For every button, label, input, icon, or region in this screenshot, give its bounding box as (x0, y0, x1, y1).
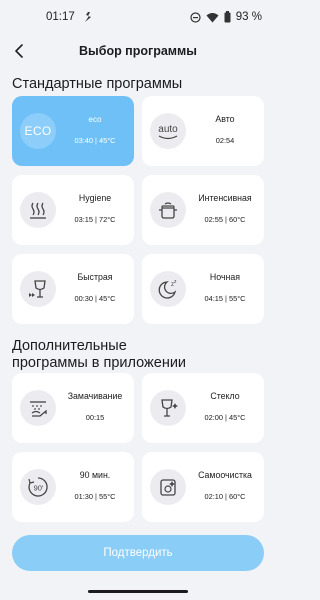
battery-icon (224, 11, 231, 23)
self-clean-icon (150, 469, 186, 505)
home-indicator[interactable] (88, 590, 188, 593)
program-card-eco[interactable]: ECO eco 03:40 | 45°C (12, 96, 134, 166)
wifi-icon (206, 12, 219, 23)
glass-icon (150, 390, 186, 426)
program-name: Hygiene (78, 193, 112, 203)
program-card-90min[interactable]: 90' 90 мин. 01:30 | 55°C (12, 452, 134, 522)
program-info: 00:30 | 45°C (74, 294, 116, 303)
auto-icon: auto (150, 113, 186, 149)
program-info: 04:15 | 55°C (204, 294, 246, 303)
soak-icon (20, 390, 56, 426)
section-title-line: программы в приложении (12, 355, 187, 371)
section-title-line: Дополнительные (12, 338, 127, 354)
quick-glass-icon (20, 271, 56, 307)
svg-text:90': 90' (34, 484, 44, 493)
program-info: 02:00 | 45°C (204, 413, 246, 422)
program-name: Самоочистка (198, 470, 252, 480)
back-button[interactable] (6, 38, 32, 64)
program-name: Интенсивная (198, 193, 252, 203)
chevron-left-icon (15, 44, 23, 58)
program-card-glass[interactable]: Стекло 02:00 | 45°C (142, 373, 264, 443)
svg-text:z: z (174, 279, 177, 285)
program-card-hygiene[interactable]: Hygiene 03:15 | 72°C (12, 175, 134, 245)
steam-icon (20, 192, 56, 228)
status-bar: 01:17 93 % (0, 0, 276, 34)
program-name: Стекло (210, 391, 240, 401)
program-card-night[interactable]: z z Ночная 04:15 | 55°C (142, 254, 264, 324)
program-info: 02:54 (215, 136, 235, 145)
pot-icon (150, 192, 186, 228)
program-card-intensive[interactable]: Интенсивная 02:55 | 60°C (142, 175, 264, 245)
page-title: Выбор программы (79, 44, 197, 58)
program-info: 00:15 (85, 413, 105, 422)
program-name: Ночная (209, 272, 241, 282)
svg-text:auto: auto (158, 124, 178, 135)
timer-90-icon: 90' (20, 469, 56, 505)
dnd-icon (190, 11, 201, 23)
program-name: Быстрая (77, 272, 113, 282)
program-card-self-clean[interactable]: Самоочистка 02:10 | 60°C (142, 452, 264, 522)
program-name: eco (88, 115, 102, 124)
battery-percent: 93 % (235, 11, 262, 23)
section-title-standard: Стандартные программы (12, 76, 183, 92)
eco-icon: ECO (20, 113, 56, 149)
program-info: 02:55 | 60°C (204, 215, 246, 224)
program-info: 01:30 | 55°C (74, 492, 116, 501)
program-name: 90 мин. (79, 470, 111, 480)
program-name: Авто (215, 114, 235, 124)
program-card-auto[interactable]: auto Авто 02:54 (142, 96, 264, 166)
confirm-button[interactable]: Подтвердить (12, 535, 264, 571)
section-title-additional: Дополнительные программы в приложении (12, 338, 186, 372)
top-bar: Выбор программы (0, 34, 276, 68)
program-name: Замачивание (67, 391, 123, 401)
program-info: 03:15 | 72°C (74, 215, 116, 224)
program-card-soak[interactable]: Замачивание 00:15 (12, 373, 134, 443)
moon-icon: z z (150, 271, 186, 307)
program-info: 03:40 | 45°C (74, 136, 116, 145)
app-notification-icon (83, 11, 93, 23)
status-time: 01:17 (46, 11, 75, 23)
program-info: 02:10 | 60°C (204, 492, 246, 501)
program-card-quick[interactable]: Быстрая 00:30 | 45°C (12, 254, 134, 324)
